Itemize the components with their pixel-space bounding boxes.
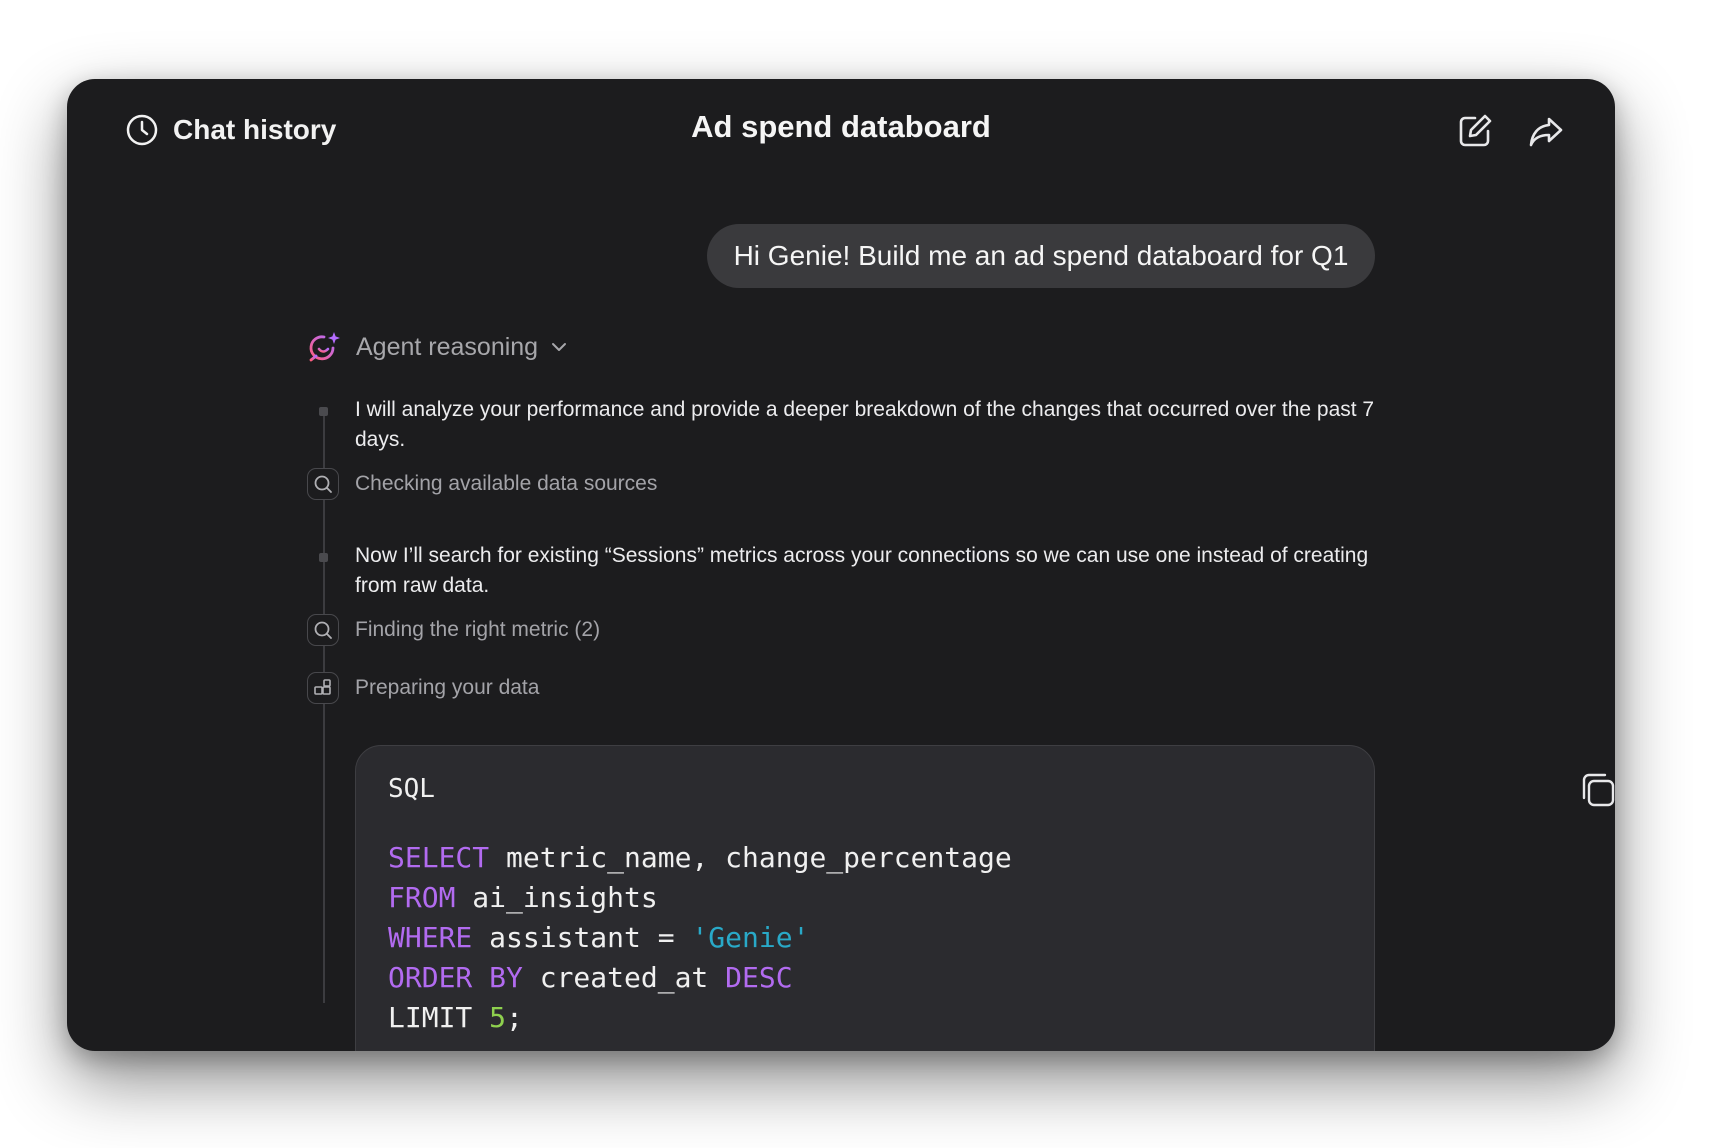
agent-reasoning-label: Agent reasoning — [356, 332, 539, 361]
sql-keyword: SELECT — [388, 841, 490, 874]
reasoning-text-1: I will analyze your performance and prov… — [355, 398, 1375, 451]
share-button[interactable] — [1526, 111, 1566, 151]
agent-sparkle-icon — [309, 332, 340, 362]
sql-number: 5 — [489, 1001, 507, 1034]
timeline-dot — [319, 553, 328, 562]
sql-keyword: WHERE — [388, 921, 473, 954]
step-preparing-data: Preparing your data — [355, 676, 540, 699]
step-icon-data-prep — [307, 672, 339, 704]
sql-text: assistant = — [472, 921, 692, 954]
sql-code-block: SQL SELECT metric_name, change_percentag… — [355, 745, 1375, 1051]
clock-icon — [126, 114, 158, 146]
sql-keyword: FROM — [388, 881, 456, 914]
sql-keyword: DESC — [725, 961, 793, 994]
agent-reasoning-toggle[interactable]: Agent reasoning — [307, 329, 568, 365]
data-prep-icon — [314, 679, 331, 695]
chevron-down-icon — [552, 343, 567, 351]
copy-code-button[interactable] — [1581, 772, 1615, 808]
sql-code: SELECT metric_name, change_percentage FR… — [388, 838, 1012, 1038]
user-message-bubble: Hi Genie! Build me an ad spend databoard… — [707, 224, 1375, 288]
code-language-label: SQL — [388, 774, 435, 804]
timeline-dot — [319, 407, 328, 416]
edit-icon — [1459, 114, 1492, 147]
app-window: Chat history Ad spend databoard Hi Genie… — [67, 79, 1615, 1051]
sql-keyword: ORDER BY — [388, 961, 523, 994]
reasoning-text-2: Now I’ll search for existing “Sessions” … — [355, 544, 1369, 597]
step-icon-search — [307, 614, 339, 646]
chat-history-button[interactable]: Chat history — [125, 111, 336, 149]
sql-text: LIMIT — [388, 1001, 490, 1034]
sql-text: created_at — [522, 961, 726, 994]
step-finding-metric: Finding the right metric (2) — [355, 618, 601, 641]
step-checking-data-sources: Checking available data sources — [355, 472, 658, 495]
sql-text: ai_insights — [455, 881, 658, 914]
edit-button[interactable] — [1455, 111, 1495, 151]
search-icon — [314, 621, 332, 639]
chat-history-label: Chat history — [173, 114, 337, 145]
share-icon — [1529, 117, 1563, 147]
search-icon — [314, 475, 332, 493]
step-icon-search — [307, 468, 339, 500]
copy-icon — [1582, 773, 1615, 807]
sql-text: metric_name, change_percentage — [489, 841, 1012, 874]
top-bar: Chat history Ad spend databoard — [67, 79, 1615, 179]
sql-string: 'Genie' — [691, 921, 810, 954]
sql-text: ; — [506, 1001, 523, 1034]
